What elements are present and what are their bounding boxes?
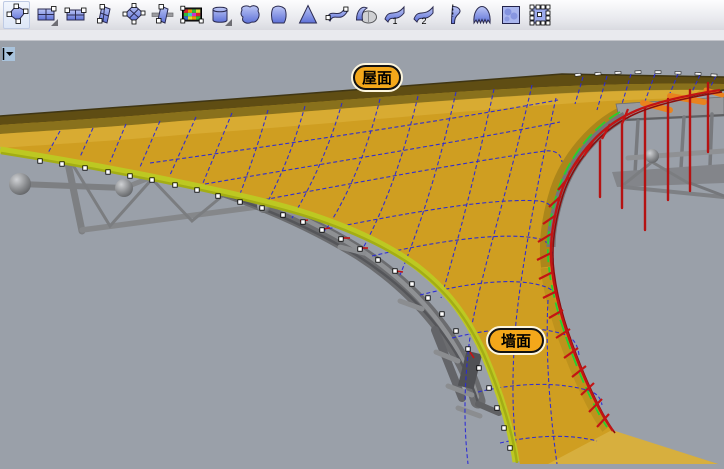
button-surface-from-edge-curves[interactable] — [266, 2, 291, 28]
button-rail-revolve[interactable] — [324, 2, 349, 28]
wall-label[interactable]: 墙面 — [488, 328, 545, 354]
wall-label-text: 墙面 — [501, 332, 531, 350]
sweep-2-glyph: 2 — [421, 16, 426, 26]
roof-label[interactable]: 屋面 — [353, 65, 402, 91]
button-heightfield[interactable] — [498, 2, 523, 28]
roof-label-text: 屋面 — [362, 69, 392, 87]
button-loft[interactable] — [237, 2, 262, 28]
button-drape[interactable] — [353, 2, 378, 28]
button-vertical-plane[interactable] — [92, 2, 117, 28]
button-surface-from-corner-points[interactable] — [3, 1, 30, 29]
extrude-curve-icon — [209, 3, 233, 27]
toolbar-dock-strip — [0, 30, 724, 41]
surface-from-corner-points-icon — [5, 3, 29, 27]
surface-from-edge-curves-icon — [267, 3, 291, 27]
drape-icon — [354, 3, 378, 27]
patch-icon — [470, 3, 494, 27]
rail-revolve-icon — [325, 3, 349, 27]
ball-joint — [9, 173, 31, 195]
revolve-icon — [441, 3, 465, 27]
button-plane-through-points[interactable] — [121, 2, 146, 28]
button-plane-3-points[interactable] — [63, 2, 88, 28]
plane-through-points-icon — [122, 3, 146, 27]
button-surface-from-point-grid[interactable] — [527, 2, 552, 28]
chevron-down-icon — [2, 47, 15, 61]
loft-icon — [238, 3, 262, 27]
button-extrude-to-point[interactable] — [295, 2, 320, 28]
ball-joint — [645, 149, 659, 163]
rectangular-plane-icon — [35, 3, 59, 27]
heightfield-icon — [499, 3, 523, 27]
button-picture-frame[interactable] — [179, 2, 204, 28]
cutting-plane-icon — [151, 3, 175, 27]
button-patch[interactable] — [469, 2, 494, 28]
button-extrude-curve[interactable] — [208, 2, 233, 28]
button-revolve[interactable] — [440, 2, 465, 28]
surface-from-point-grid-icon — [528, 3, 552, 27]
extrude-to-point-icon — [296, 3, 320, 27]
surface-toolbar: 1 2 — [0, 0, 724, 30]
sweep-1-rail-icon: 1 — [383, 3, 407, 27]
vertical-plane-icon — [93, 3, 117, 27]
viewport-canvas[interactable]: 屋面 墙面 — [0, 0, 724, 469]
ball-joint — [115, 179, 133, 197]
plane-3-points-icon — [64, 3, 88, 27]
button-sweep-2-rails[interactable]: 2 — [411, 2, 436, 28]
button-cutting-plane[interactable] — [150, 2, 175, 28]
picture-frame-icon — [180, 3, 204, 27]
sweep-1-glyph: 1 — [392, 16, 397, 26]
button-sweep-1-rail[interactable]: 1 — [382, 2, 407, 28]
sweep-2-rails-icon: 2 — [412, 3, 436, 27]
viewport-dropdown[interactable] — [2, 47, 15, 61]
button-rectangular-plane[interactable] — [34, 2, 59, 28]
